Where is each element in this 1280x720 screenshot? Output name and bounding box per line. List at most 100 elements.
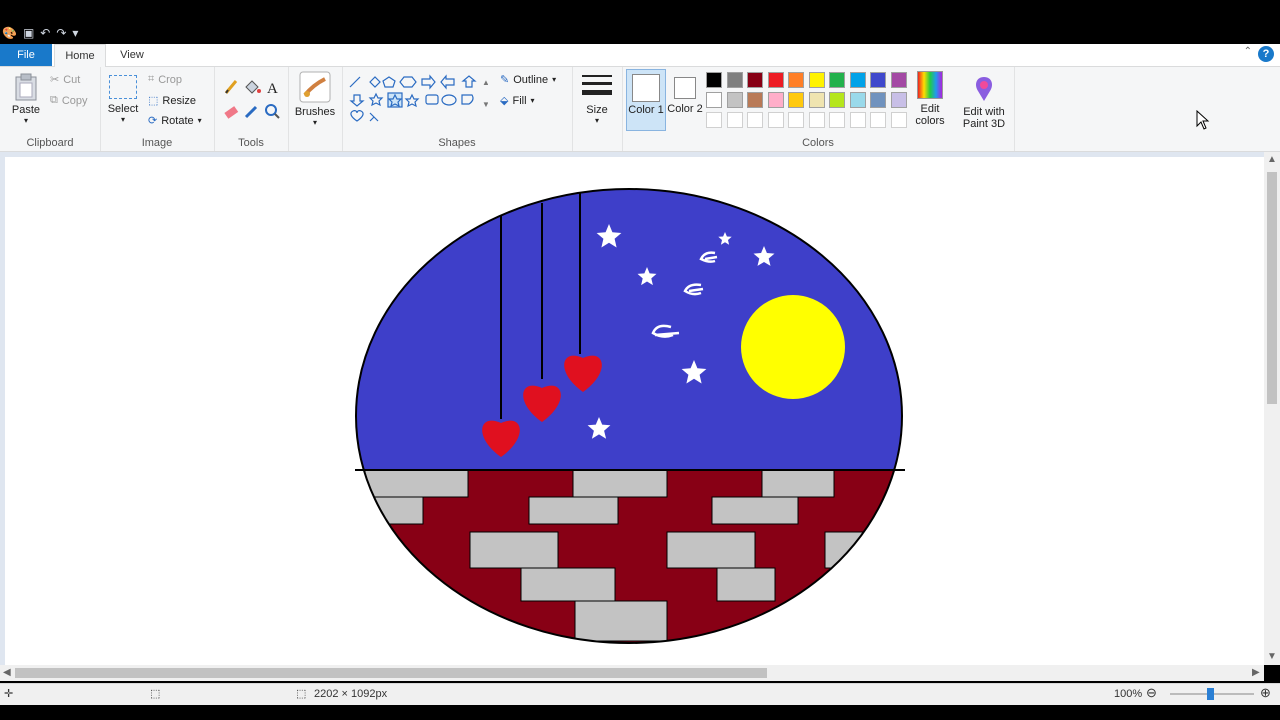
crop-button[interactable]: ⌗ Crop <box>148 73 182 86</box>
four-point-star-shape-icon <box>368 92 384 107</box>
palette-swatch[interactable] <box>808 92 825 108</box>
save-icon[interactable]: ▣ <box>23 26 34 40</box>
brushes-dropdown-icon[interactable]: ▾ <box>294 118 336 127</box>
pencil-icon[interactable] <box>224 80 238 94</box>
zoom-slider-thumb[interactable] <box>1207 688 1214 700</box>
palette-swatch[interactable] <box>870 92 886 108</box>
text-icon[interactable]: A <box>267 81 278 97</box>
stone-brick <box>711 496 799 525</box>
vertical-scrollbar[interactable]: ▲ ▼ <box>1264 152 1280 665</box>
paint3d-icon <box>976 77 992 101</box>
fill-dropdown-icon[interactable]: ▾ <box>531 96 535 105</box>
tab-file[interactable]: File <box>0 44 52 66</box>
scroll-up-icon[interactable]: ▲ <box>1267 154 1277 165</box>
size-dropdown-icon[interactable]: ▾ <box>580 116 614 125</box>
paste-dropdown-icon[interactable]: ▾ <box>6 116 46 125</box>
scroll-left-icon[interactable]: ◀ <box>3 667 11 678</box>
palette-swatch[interactable] <box>767 72 784 88</box>
palette-swatch[interactable] <box>788 92 804 108</box>
horizontal-scroll-thumb[interactable] <box>15 668 767 678</box>
paste-button[interactable]: Paste ▾ <box>6 73 46 125</box>
paste-icon <box>15 73 37 101</box>
custom-color-slot[interactable] <box>767 112 784 128</box>
select-button[interactable]: Select ▾ <box>106 75 140 124</box>
fill-button[interactable]: ⬙ Fill ▾ <box>500 94 535 108</box>
lightning-shape-icon <box>369 112 379 122</box>
custom-color-slot[interactable] <box>849 112 866 128</box>
horizontal-scrollbar[interactable]: ◀ ▶ <box>0 665 1264 681</box>
magnifier-icon[interactable] <box>265 104 280 119</box>
color2-swatch <box>674 77 696 99</box>
zoom-out-icon[interactable]: ⊖ <box>1146 685 1157 701</box>
outline-dropdown-icon[interactable]: ▾ <box>552 75 556 84</box>
palette-swatch[interactable] <box>890 92 907 108</box>
tools-group-label: Tools <box>238 137 264 149</box>
select-dropdown-icon[interactable]: ▾ <box>106 115 140 124</box>
stone-brick <box>528 496 619 525</box>
copy-button[interactable]: ⧉ Copy <box>50 94 88 107</box>
group-brushes: Brushes ▾ <box>288 67 343 151</box>
select-icon <box>109 75 137 99</box>
cut-button[interactable]: ✂ Cut <box>50 73 80 87</box>
tab-view[interactable]: View <box>110 44 154 66</box>
palette-swatch[interactable] <box>849 72 866 88</box>
tab-home[interactable]: Home <box>54 44 106 67</box>
palette-swatch[interactable] <box>767 92 784 108</box>
vertical-scroll-thumb[interactable] <box>1267 172 1277 404</box>
hexagon-shape-icon <box>399 76 417 88</box>
color1-label: Color 1 <box>628 104 664 116</box>
size-button[interactable]: Size ▾ <box>580 73 614 125</box>
cursor-position-icon: ✛ <box>4 688 14 700</box>
scroll-down-icon[interactable]: ▼ <box>1267 651 1277 662</box>
shapes-gallery[interactable]: ▲ ▼ <box>348 73 488 131</box>
scroll-right-icon[interactable]: ▶ <box>1252 667 1260 678</box>
fill-bucket-icon[interactable] <box>245 80 261 94</box>
group-tools: A Tools <box>214 67 289 151</box>
help-icon[interactable]: ? <box>1258 46 1274 62</box>
resize-button[interactable]: ⬚ Resize <box>148 94 196 108</box>
scissors-icon: ✂ <box>50 74 60 86</box>
palette-swatch[interactable] <box>726 92 743 108</box>
zoom-in-icon[interactable]: ⊕ <box>1260 685 1271 701</box>
custom-color-slot[interactable] <box>788 112 804 128</box>
undo-icon[interactable]: ↶ <box>40 26 50 40</box>
palette-swatch[interactable] <box>890 72 907 88</box>
palette-swatch[interactable] <box>747 92 763 108</box>
color2-button[interactable]: Color 2 <box>666 69 704 129</box>
palette-swatch[interactable] <box>706 72 722 88</box>
palette-swatch[interactable] <box>788 72 804 88</box>
edit-colors-button[interactable]: Edit colors <box>908 71 952 127</box>
palette-swatch[interactable] <box>808 72 825 88</box>
custom-color-slot[interactable] <box>829 112 845 128</box>
custom-color-slot[interactable] <box>747 112 763 128</box>
rotate-dropdown-icon[interactable]: ▾ <box>198 116 202 125</box>
palette-swatch[interactable] <box>726 72 743 88</box>
customize-qat-icon[interactable]: ▾ <box>72 26 78 40</box>
colors-group-label: Colors <box>802 137 834 149</box>
palette-swatch[interactable] <box>706 92 722 108</box>
custom-color-slot[interactable] <box>870 112 886 128</box>
outline-button[interactable]: ✎ Outline ▾ <box>500 73 556 87</box>
eraser-icon[interactable] <box>224 106 239 119</box>
stone-brick <box>666 531 756 569</box>
color-picker-icon[interactable] <box>244 105 258 119</box>
redo-icon[interactable]: ↷ <box>56 26 66 40</box>
palette-swatch[interactable] <box>829 92 845 108</box>
custom-color-slot[interactable] <box>808 112 825 128</box>
brushes-button[interactable]: Brushes ▾ <box>294 71 336 127</box>
image-group-label: Image <box>141 137 173 149</box>
custom-color-slot[interactable] <box>726 112 743 128</box>
palette-swatch[interactable] <box>747 72 763 88</box>
color1-button[interactable]: Color 1 <box>626 69 666 131</box>
custom-color-slot[interactable] <box>890 112 907 128</box>
palette-swatch[interactable] <box>849 92 866 108</box>
custom-color-slot[interactable] <box>706 112 722 128</box>
palette-swatch[interactable] <box>829 72 845 88</box>
canvas-area[interactable] <box>0 152 1264 665</box>
edit-with-paint3d-button[interactable]: Edit with Paint 3D <box>956 75 1012 130</box>
drawing-canvas[interactable] <box>5 157 1264 665</box>
rotate-button[interactable]: ⟳ Rotate ▾ <box>148 114 202 128</box>
oval-callout-shape-icon <box>441 94 457 106</box>
palette-swatch[interactable] <box>870 72 886 88</box>
minimize-ribbon-icon[interactable]: ⌃ <box>1244 46 1252 57</box>
